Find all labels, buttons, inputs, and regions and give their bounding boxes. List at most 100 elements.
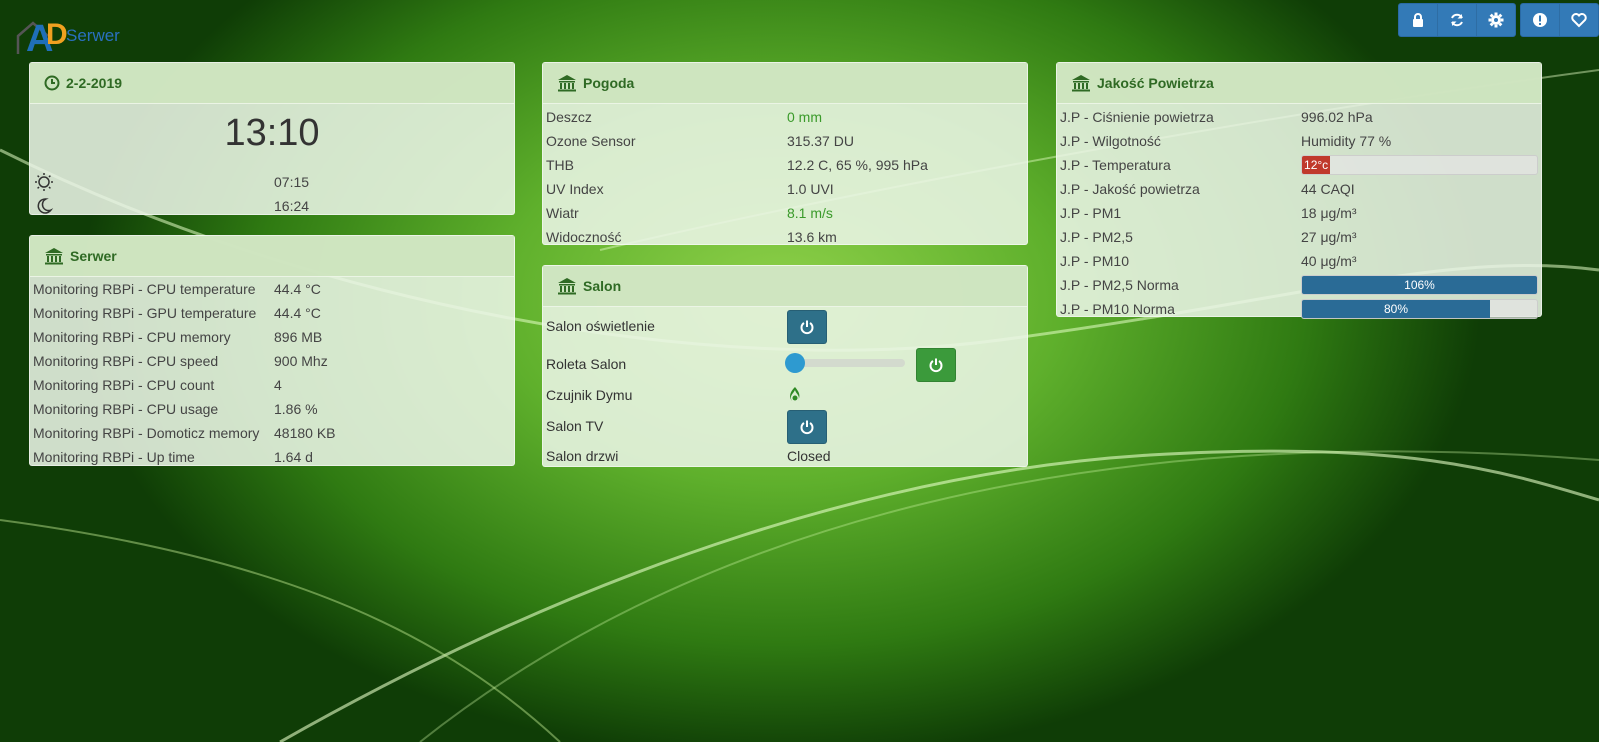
salon-light-row: Salon oświetlenie: [543, 307, 1027, 345]
server-row-value: 900 Mhz: [274, 353, 328, 369]
info-button[interactable]: [1521, 4, 1560, 36]
air-row-label: J.P - PM10: [1060, 253, 1129, 269]
air-row: J.P - Ciśnienie powietrza 996.02 hPa: [1057, 105, 1541, 129]
air-row: J.P - PM1 18 μg/m³: [1057, 201, 1541, 225]
air-row-value: 40 μg/m³: [1301, 253, 1357, 269]
server-row-value: 44.4 °C: [274, 281, 321, 297]
air-pm10-norm-bar: 80%: [1301, 299, 1538, 319]
salon-light-power-button[interactable]: [787, 310, 827, 344]
server-row-value: 44.4 °C: [274, 305, 321, 321]
air-row: J.P - Wilgotność Humidity 77 %: [1057, 129, 1541, 153]
weather-rows: Deszcz 0 mm Ozone Sensor 315.37 DU THB 12.2 C…: [543, 104, 1027, 249]
favorite-button[interactable]: [1560, 4, 1598, 36]
clock-panel-heading: 2-2-2019: [30, 63, 514, 104]
air-quality-panel-title: Jakość Powietrza: [1097, 75, 1214, 91]
weather-row-label: Deszcz: [546, 109, 592, 125]
server-row-label: Monitoring RBPi - CPU speed: [33, 353, 219, 369]
heart-icon: [1571, 13, 1587, 28]
server-row: Monitoring RBPi - CPU count 4: [30, 373, 514, 397]
salon-tv-label: Salon TV: [546, 418, 604, 434]
weather-row: UV Index 1.0 UVI: [543, 177, 1027, 201]
air-quality-panel: Jakość Powietrza J.P - Ciśnienie powietr…: [1056, 62, 1542, 319]
air-row-value: Humidity 77 %: [1301, 133, 1392, 149]
salon-blind-row: Roleta Salon: [543, 345, 1027, 383]
server-row-value: 48180 KB: [274, 425, 336, 441]
lock-button[interactable]: [1399, 4, 1438, 36]
date-label: 2-2-2019: [66, 75, 123, 91]
air-temperature-bar-fill: 12°c: [1302, 156, 1331, 174]
server-row-label: Monitoring RBPi - CPU memory: [33, 329, 231, 345]
sunrise-row: 07:15: [30, 170, 514, 194]
server-row-label: Monitoring RBPi - CPU temperature: [33, 281, 256, 297]
salon-blind-power-button[interactable]: [916, 348, 956, 382]
refresh-button[interactable]: [1438, 4, 1477, 36]
server-row-value: 1.86 %: [274, 401, 318, 417]
weather-row-value: 0 mm: [787, 109, 822, 125]
salon-door-label: Salon drzwi: [546, 448, 619, 464]
gear-icon: [1488, 12, 1504, 28]
power-icon: [929, 358, 943, 373]
settings-button[interactable]: [1477, 4, 1515, 36]
salon-light-label: Salon oświetlenie: [546, 318, 655, 334]
air-row-value: 27 μg/m³: [1301, 229, 1357, 245]
air-pm10-norm-bar-fill: 80%: [1302, 300, 1490, 318]
salon-door-value: Closed: [787, 448, 831, 464]
salon-tv-power-button[interactable]: [787, 410, 827, 444]
toolbar-group-main: [1398, 3, 1516, 37]
lock-icon: [1413, 13, 1423, 27]
server-row-value: 1.64 d: [274, 449, 313, 465]
salon-door-row: Salon drzwi Closed: [543, 445, 1027, 467]
air-row: J.P - Jakość powietrza 44 CAQI: [1057, 177, 1541, 201]
sunset-row: 16:24: [30, 194, 514, 218]
weather-row-label: Wiatr: [546, 205, 579, 221]
server-row-label: Monitoring RBPi - CPU count: [33, 377, 215, 393]
air-pm10-norm-label: J.P - PM10 Norma: [1060, 301, 1175, 317]
air-row: J.P - PM10 40 μg/m³: [1057, 249, 1541, 273]
salon-smoke-row: Czujnik Dymu: [543, 383, 1027, 407]
weather-row-label: UV Index: [546, 181, 604, 197]
server-row: Monitoring RBPi - CPU usage 1.86 %: [30, 397, 514, 421]
air-pm10-norm-row: J.P - PM10 Norma 80%: [1057, 297, 1541, 321]
weather-row-value: 1.0 UVI: [787, 181, 834, 197]
salon-panel-heading: Salon: [543, 266, 1027, 307]
toolbar-group-info: [1520, 3, 1599, 37]
server-row-value: 896 MB: [274, 329, 323, 345]
air-row-label: J.P - PM2,5: [1060, 229, 1133, 245]
weather-row-label: Widoczność: [546, 229, 622, 245]
air-row-label: J.P - Wilgotność: [1060, 133, 1161, 149]
server-row-label: Monitoring RBPi - Domoticz memory: [33, 425, 260, 441]
salon-blind-slider-handle[interactable]: [785, 353, 805, 373]
server-row: Monitoring RBPi - Up time 1.64 d: [30, 445, 514, 469]
air-pm25-norm-label: J.P - PM2,5 Norma: [1060, 277, 1179, 293]
air-row-label: J.P - Ciśnienie powietrza: [1060, 109, 1214, 125]
air-quality-panel-heading: Jakość Powietrza: [1057, 63, 1541, 104]
power-icon: [800, 420, 814, 435]
weather-row-value: 8.1 m/s: [787, 205, 833, 221]
weather-row-label: Ozone Sensor: [546, 133, 636, 149]
air-pm25-norm-row: J.P - PM2,5 Norma 106%: [1057, 273, 1541, 297]
weather-row-value: 13.6 km: [787, 229, 837, 245]
salon-panel-title: Salon: [583, 278, 622, 294]
clock-time: 13:10: [224, 112, 320, 154]
server-panel-heading: Serwer: [30, 236, 514, 277]
top-toolbar: [1398, 3, 1599, 37]
sunset-time: 16:24: [274, 198, 310, 214]
salon-blind-label: Roleta Salon: [546, 356, 627, 372]
salon-panel: Salon Salon oświetlenie Roleta Salon Czu…: [542, 265, 1028, 467]
sun-icon: [35, 173, 53, 191]
air-temperature-row: J.P - Temperatura 12°c: [1057, 153, 1541, 177]
server-row-value: 4: [274, 377, 282, 393]
air-row: J.P - PM2,5 27 μg/m³: [1057, 225, 1541, 249]
server-row: Monitoring RBPi - CPU speed 900 Mhz: [30, 349, 514, 373]
air-temperature-bar: 12°c: [1301, 155, 1538, 175]
air-row-value: 18 μg/m³: [1301, 205, 1357, 221]
salon-blind-slider[interactable]: [785, 353, 905, 373]
weather-row-value: 315.37 DU: [787, 133, 854, 149]
server-row: Monitoring RBPi - Domoticz memory 48180 K…: [30, 421, 514, 445]
air-row-label: J.P - Jakość powietrza: [1060, 181, 1200, 197]
clock-panel: 2-2-2019 13:10 07:15 16:24: [29, 62, 515, 215]
power-icon: [800, 320, 814, 335]
salon-tv-row: Salon TV: [543, 407, 1027, 445]
server-row: Monitoring RBPi - GPU temperature 44.4 °C: [30, 301, 514, 325]
app-logo: A D Serwer: [16, 18, 146, 60]
